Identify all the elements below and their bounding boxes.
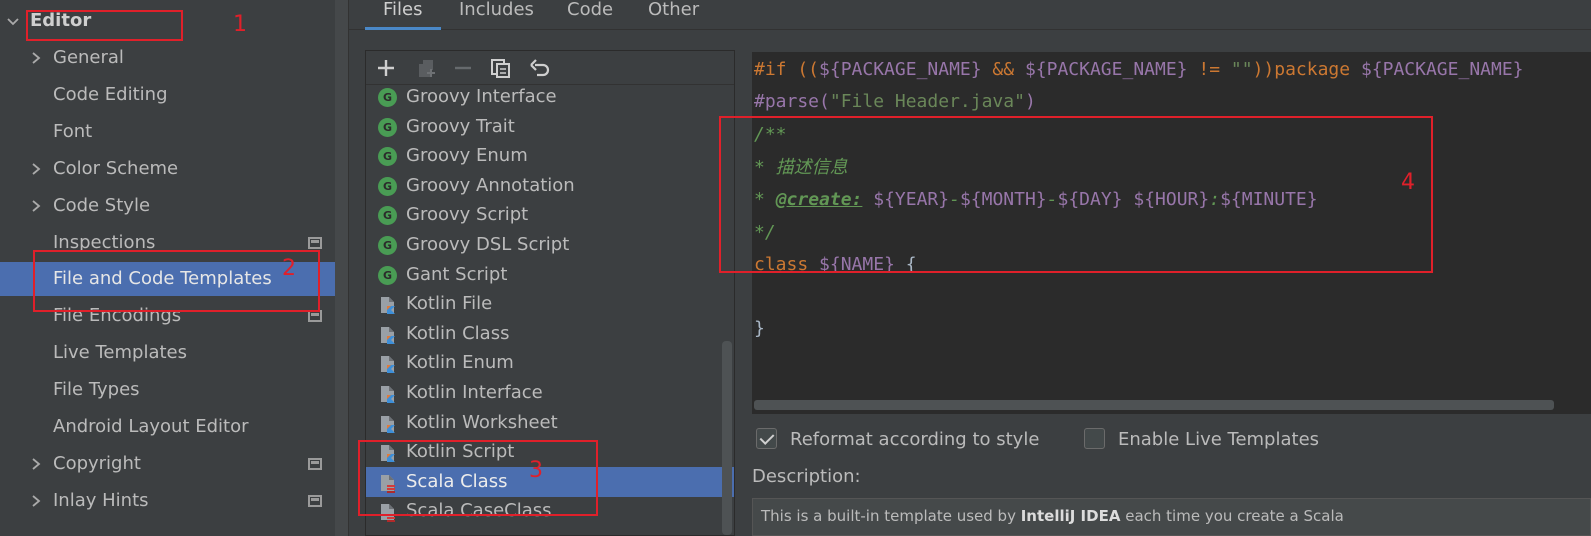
sidebar-item-code-editing[interactable]: Code Editing xyxy=(0,78,335,112)
template-list-toolbar xyxy=(366,51,734,85)
live-templates-checkbox[interactable] xyxy=(1084,428,1105,449)
template-list-item-label: Kotlin Enum xyxy=(406,352,514,373)
description-label: Description: xyxy=(752,466,861,487)
splitter[interactable] xyxy=(335,0,349,536)
sidebar-item-label: Live Templates xyxy=(53,342,187,363)
minus-icon[interactable] xyxy=(451,57,475,79)
template-list-item[interactable]: G Gant Script xyxy=(366,260,734,290)
list-scrollbar[interactable] xyxy=(722,341,732,535)
annotation-box-4 xyxy=(719,116,1433,273)
sidebar-item-android-layout-editor[interactable]: Android Layout Editor xyxy=(0,410,335,444)
kotlin-file-icon xyxy=(378,325,398,345)
sidebar-item-inlay-hints[interactable]: Inlay Hints xyxy=(0,484,335,518)
code-line-2: #parse("File Header.java") xyxy=(754,91,1036,112)
template-list-item[interactable]: G Groovy Annotation xyxy=(366,171,734,201)
tab-code[interactable]: Code xyxy=(567,0,613,30)
sidebar-item-label: Android Layout Editor xyxy=(53,416,249,437)
sidebar-item-file-types[interactable]: File Types xyxy=(0,373,335,407)
undo-icon[interactable] xyxy=(528,57,552,79)
chevron-right-icon[interactable] xyxy=(30,152,44,186)
description-text: This is a built-in template used by Inte… xyxy=(752,498,1591,536)
code-line-1: #if ((${PACKAGE_NAME} && ${PACKAGE_NAME}… xyxy=(754,59,1524,80)
sidebar-item-label: Inlay Hints xyxy=(53,490,149,511)
template-list-item[interactable]: Kotlin Worksheet xyxy=(366,408,734,438)
project-scope-icon xyxy=(308,458,322,470)
sidebar-item-label: General xyxy=(53,47,124,68)
template-list-item-label: Kotlin Interface xyxy=(406,382,543,403)
code-line-9: } xyxy=(754,318,765,339)
chevron-right-icon[interactable] xyxy=(30,484,44,518)
duplicate-icon[interactable] xyxy=(489,57,513,79)
chevron-right-icon[interactable] xyxy=(30,189,44,223)
sidebar-item-label: Color Scheme xyxy=(53,158,179,179)
annotation-box-3 xyxy=(358,440,598,516)
template-list-item[interactable]: Kotlin File xyxy=(366,289,734,319)
template-list-item-label: Kotlin Worksheet xyxy=(406,412,558,433)
template-list-item[interactable]: Kotlin Class xyxy=(366,319,734,349)
project-scope-icon xyxy=(308,237,322,249)
annotation-number-4: 4 xyxy=(1401,170,1415,195)
kotlin-file-icon xyxy=(378,384,398,404)
sidebar-item-label: Code Style xyxy=(53,195,151,216)
chevron-down-icon[interactable] xyxy=(6,14,20,33)
kotlin-file-icon xyxy=(378,354,398,374)
template-list-item[interactable]: G Groovy DSL Script xyxy=(366,230,734,260)
template-list-item-label: Groovy Script xyxy=(406,204,529,225)
editor-horizontal-scrollbar[interactable] xyxy=(754,400,1554,410)
sidebar-item-color-scheme[interactable]: Color Scheme xyxy=(0,152,335,186)
sidebar-item-label: File Types xyxy=(53,379,140,400)
template-tabs: Files Includes Code Other xyxy=(349,0,1591,30)
annotation-number-2: 2 xyxy=(282,256,296,281)
chevron-right-icon[interactable] xyxy=(30,447,44,481)
template-list-item-label: Groovy Enum xyxy=(406,145,528,166)
template-list-item[interactable]: G Groovy Interface xyxy=(366,82,734,112)
groovy-file-icon: G xyxy=(378,266,398,286)
chevron-right-icon[interactable] xyxy=(30,41,44,75)
annotation-box-2 xyxy=(33,250,320,312)
template-list-item-label: Kotlin Class xyxy=(406,323,510,344)
project-scope-icon xyxy=(308,495,322,507)
groovy-file-icon: G xyxy=(378,147,398,167)
template-list-item-label: Groovy Annotation xyxy=(406,175,575,196)
sidebar-item-font[interactable]: Font xyxy=(0,115,335,149)
copy-icon[interactable] xyxy=(414,57,438,79)
template-list-item-label: Groovy Trait xyxy=(406,116,515,137)
sidebar-item-live-templates[interactable]: Live Templates xyxy=(0,336,335,370)
tab-files[interactable]: Files xyxy=(383,0,423,30)
sidebar-item-label: Font xyxy=(53,121,93,142)
sidebar-item-label: Copyright xyxy=(53,453,141,474)
reformat-label: Reformat according to style xyxy=(790,429,1040,450)
plus-icon[interactable] xyxy=(374,57,398,79)
groovy-file-icon: G xyxy=(378,88,398,108)
sidebar-item-general[interactable]: General xyxy=(0,41,335,75)
kotlin-file-icon xyxy=(378,414,398,434)
template-list-item-label: Groovy DSL Script xyxy=(406,234,570,255)
kotlin-file-icon xyxy=(378,295,398,315)
template-list-item-label: Groovy Interface xyxy=(406,86,557,107)
groovy-file-icon: G xyxy=(378,118,398,138)
tab-other[interactable]: Other xyxy=(648,0,699,30)
tab-includes[interactable]: Includes xyxy=(459,0,534,30)
annotation-box-1 xyxy=(26,10,183,41)
template-list-item-label: Kotlin File xyxy=(406,293,493,314)
template-list-item-label: Gant Script xyxy=(406,264,508,285)
sidebar-item-copyright[interactable]: Copyright xyxy=(0,447,335,481)
groovy-file-icon: G xyxy=(378,206,398,226)
annotation-number-1: 1 xyxy=(233,12,247,37)
reformat-checkbox[interactable] xyxy=(756,428,777,449)
template-list-item[interactable]: Kotlin Enum xyxy=(366,348,734,378)
template-list-item[interactable]: G Groovy Enum xyxy=(366,141,734,171)
live-templates-label: Enable Live Templates xyxy=(1118,429,1320,450)
template-list-item[interactable]: G Groovy Trait xyxy=(366,112,734,142)
sidebar-item-label: Code Editing xyxy=(53,84,168,105)
template-list-item[interactable]: Kotlin Interface xyxy=(366,378,734,408)
groovy-file-icon: G xyxy=(378,177,398,197)
template-list-item[interactable]: G Groovy Script xyxy=(366,200,734,230)
annotation-number-3: 3 xyxy=(529,458,543,483)
groovy-file-icon: G xyxy=(378,236,398,256)
sidebar-item-code-style[interactable]: Code Style xyxy=(0,189,335,223)
active-tab-indicator xyxy=(365,27,441,30)
